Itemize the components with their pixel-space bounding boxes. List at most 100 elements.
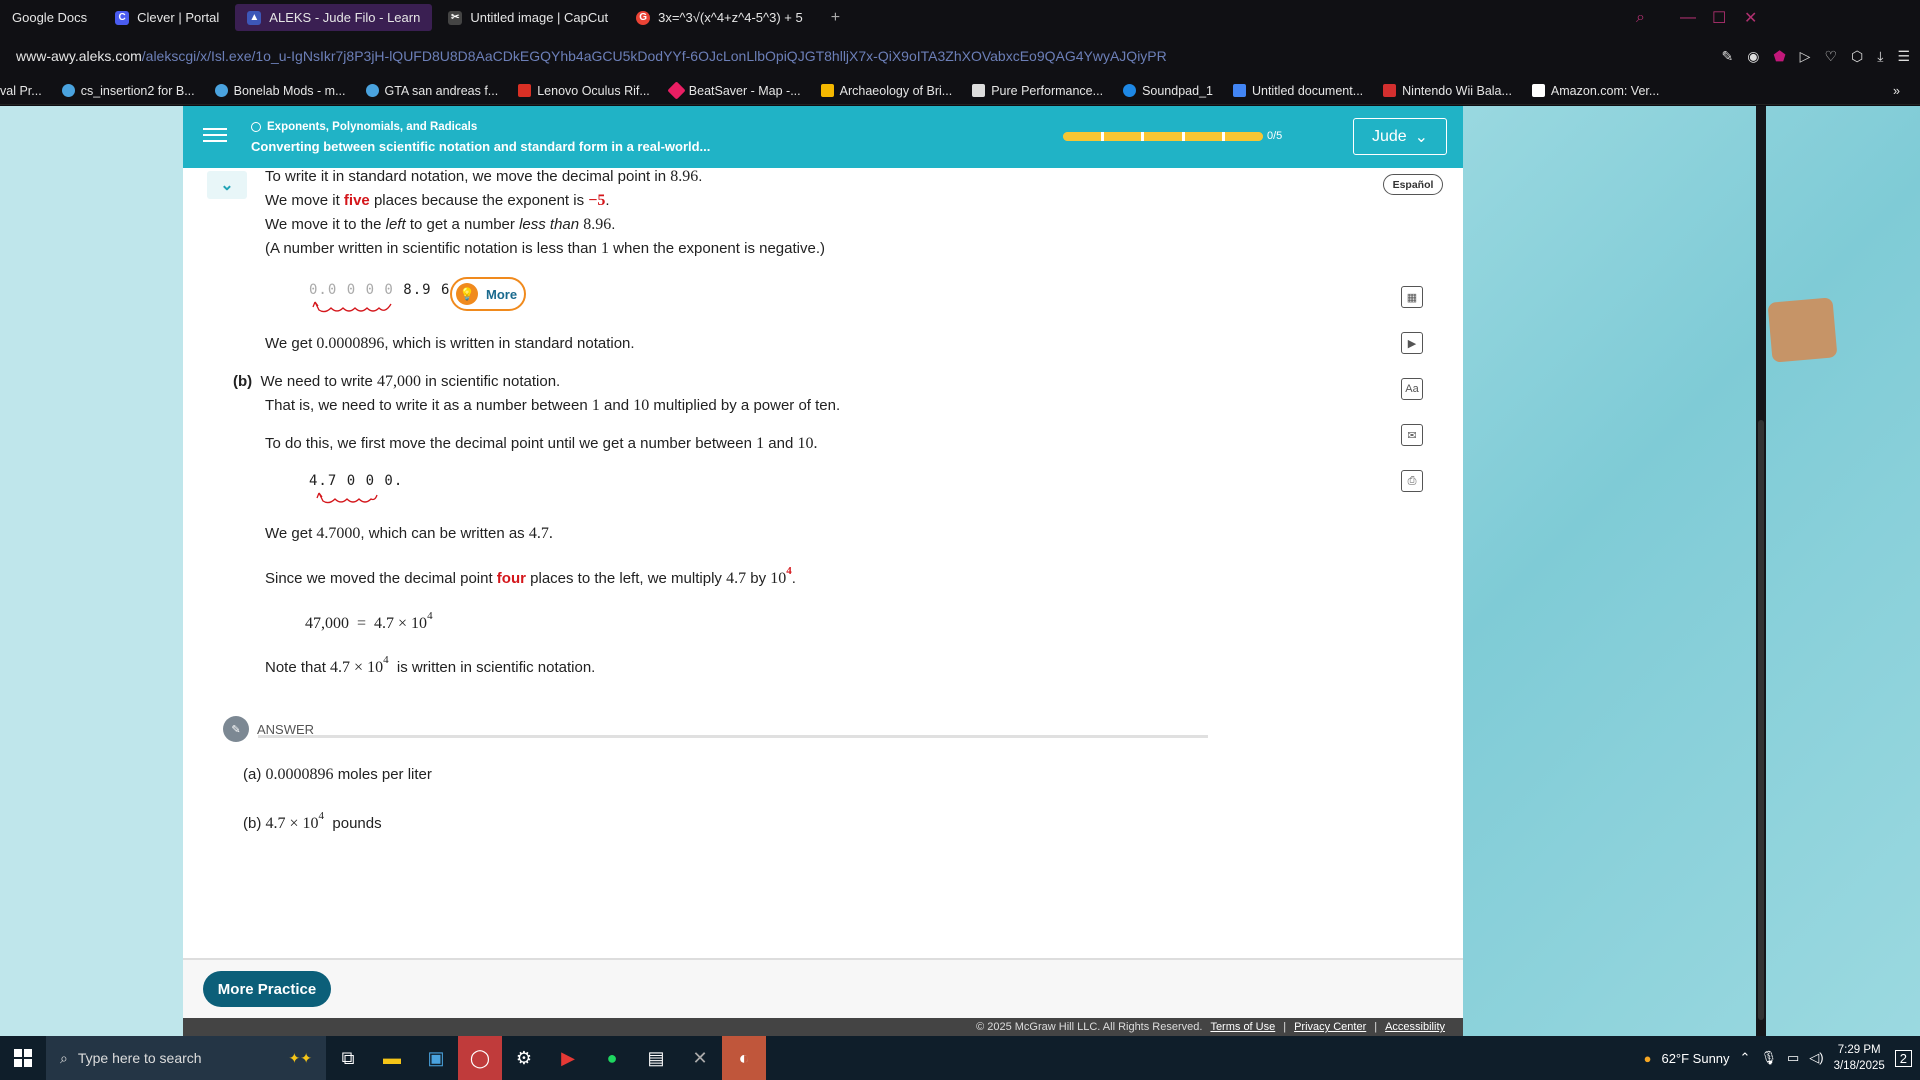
bookmark-item[interactable]: Nintendo Wii Bala... <box>1383 84 1512 98</box>
extension-icon[interactable]: ⬡ <box>1851 48 1863 65</box>
print-icon[interactable]: ⎙ <box>1401 470 1423 492</box>
spotify-icon[interactable]: ● <box>590 1036 634 1080</box>
menu-icon[interactable] <box>203 124 227 148</box>
file-explorer-icon[interactable]: ▬ <box>370 1036 414 1080</box>
bookmarks-overflow-icon[interactable]: » <box>1893 84 1900 98</box>
bookmark-item[interactable]: BeatSaver - Map -... <box>667 81 801 100</box>
play-icon[interactable]: ▷ <box>1800 48 1811 65</box>
bookmark-item[interactable]: Amazon.com: Ver... <box>1531 84 1659 98</box>
bookmark-item[interactable]: Untitled document... <box>1232 84 1363 98</box>
network-icon[interactable]: ▭ <box>1787 1050 1799 1066</box>
privacy-link[interactable]: Privacy Center <box>1294 1021 1366 1033</box>
notification-icon[interactable]: 2 <box>1894 1049 1912 1067</box>
aleks-header: Exponents, Polynomials, and Radicals Con… <box>183 106 1463 168</box>
espanol-button[interactable]: Español <box>1383 174 1443 195</box>
explanation-line: We move it to the left to get a number l… <box>265 216 616 233</box>
tab-aleks[interactable]: ▲ ALEKS - Jude Filo - Learn <box>235 4 433 31</box>
system-tray: ● 62°F Sunny ⌃ 🎙 ▭ ◁) 7:29 PM 3/18/2025 2 <box>1644 1036 1920 1080</box>
answer-header: ✎ ANSWER <box>223 716 314 742</box>
volume-icon[interactable]: ◁) <box>1809 1050 1823 1066</box>
clock[interactable]: 7:29 PM 3/18/2025 <box>1834 1042 1885 1074</box>
microphone-icon[interactable]: 🎙 <box>1760 1050 1777 1066</box>
accessibility-link[interactable]: Accessibility <box>1385 1021 1445 1033</box>
calculator-icon[interactable]: ▦ <box>1401 286 1423 308</box>
pure-performance-icon <box>972 84 986 97</box>
explanation-line: We get 4.7000, which can be written as 4… <box>265 525 553 542</box>
user-menu-button[interactable]: Jude ⌄ <box>1353 118 1447 155</box>
more-practice-button[interactable]: More Practice <box>203 971 331 1007</box>
page-gutter <box>0 106 183 1036</box>
start-button[interactable] <box>0 1036 46 1080</box>
collapse-button[interactable]: ⌄ <box>207 171 247 199</box>
aleks-icon: ▲ <box>247 10 262 25</box>
more-button[interactable]: 💡 More <box>450 277 526 311</box>
app-icon[interactable]: ⚙ <box>502 1036 546 1080</box>
tab-clever[interactable]: C Clever | Portal <box>103 4 231 31</box>
gear-icon <box>214 84 228 97</box>
explanation-line: To do this, we first move the decimal po… <box>265 435 818 452</box>
capcut-icon[interactable]: ✕ <box>678 1036 722 1080</box>
store-icon[interactable]: ▣ <box>414 1036 458 1080</box>
extensions-bar: ✎ ◉ ⬟ ▷ ♡ ⬡ ⤓ ☰ <box>1722 35 1910 77</box>
maximize-button[interactable]: ☐ <box>1712 0 1726 35</box>
docs-icon <box>1232 84 1246 97</box>
circle-icon <box>251 122 261 132</box>
amazon-icon <box>1531 84 1545 97</box>
menu-icon[interactable]: ☰ <box>1897 48 1910 65</box>
weather-text[interactable]: 62°F Sunny <box>1661 1051 1729 1066</box>
explanation-line: That is, we need to write it as a number… <box>265 397 841 414</box>
archaeology-icon <box>820 84 834 97</box>
mail-icon[interactable]: ✉ <box>1401 424 1423 446</box>
explanation-line: We get 0.0000896, which is written in st… <box>265 335 635 352</box>
search-icon[interactable]: ⌕ <box>1636 0 1645 35</box>
taskbar-search[interactable]: ⌕ Type here to search ✦✦ <box>46 1036 326 1080</box>
copyright-bar: © 2025 McGraw Hill LLC. All Rights Reser… <box>183 1018 1463 1036</box>
chevron-up-icon[interactable]: ⌃ <box>1740 1050 1751 1066</box>
close-button[interactable]: ✕ <box>1744 0 1757 35</box>
opera-gx-icon[interactable]: ◯ <box>458 1036 502 1080</box>
weather-icon: ● <box>1643 1050 1652 1066</box>
video-icon[interactable]: ▶ <box>1401 332 1423 354</box>
bookmark-item[interactable]: Archaeology of Bri... <box>820 84 952 98</box>
bookmark-item[interactable]: val Pr... <box>0 84 42 98</box>
bookmark-item[interactable]: Pure Performance... <box>972 84 1103 98</box>
google-icon: G <box>636 10 651 25</box>
new-tab-button[interactable]: + <box>819 4 852 31</box>
minimize-button[interactable]: — <box>1680 0 1696 35</box>
camera-icon[interactable]: ◉ <box>1747 48 1759 65</box>
download-icon[interactable]: ⤓ <box>1877 48 1883 65</box>
sparkle-icon: ✦✦ <box>288 1049 312 1066</box>
heart-icon[interactable]: ♡ <box>1824 48 1837 65</box>
scrollbar-thumb[interactable] <box>1758 420 1764 1020</box>
url-text[interactable]: www-awy.aleks.com/alekscgi/x/Isl.exe/1o_… <box>16 48 1167 64</box>
gear-icon <box>365 84 379 97</box>
app-icon[interactable]: ▤ <box>634 1036 678 1080</box>
page-title: Converting between scientific notation a… <box>251 139 711 154</box>
bookmark-item[interactable]: cs_insertion2 for B... <box>61 84 195 98</box>
task-view-icon[interactable]: ⧉ <box>326 1036 370 1080</box>
bookmark-item[interactable]: Soundpad_1 <box>1123 84 1213 98</box>
soundpad-icon <box>1123 84 1137 97</box>
gear-icon <box>61 84 75 97</box>
bookmark-item[interactable]: Lenovo Oculus Rif... <box>518 84 650 98</box>
decorative-image <box>1767 297 1838 363</box>
answer-divider <box>258 735 1208 738</box>
edit-icon[interactable]: ✎ <box>1722 48 1734 65</box>
dictionary-icon[interactable]: Aa <box>1401 378 1423 400</box>
tab-capcut[interactable]: ✂ Untitled image | CapCut <box>436 4 620 31</box>
terms-link[interactable]: Terms of Use <box>1210 1021 1275 1033</box>
tab-google-docs[interactable]: Google Docs <box>0 4 99 31</box>
equation: 47,000 = 4.7 × 104 <box>305 610 433 632</box>
address-bar[interactable]: www-awy.aleks.com/alekscgi/x/Isl.exe/1o_… <box>0 35 1920 77</box>
beatsaver-icon <box>667 81 686 100</box>
answer-a: (a) 0.0000896 moles per liter <box>243 766 432 783</box>
discord-icon[interactable]: ◐ <box>722 1036 766 1080</box>
explanation-line: (A number written in scientific notation… <box>265 240 825 257</box>
bookmark-item[interactable]: Bonelab Mods - m... <box>214 84 346 98</box>
tab-google-search[interactable]: G 3x=^3√(x^4+z^4-5^3) + 5 <box>624 4 815 31</box>
chevron-down-icon: ⌄ <box>220 177 234 194</box>
shield-icon[interactable]: ⬟ <box>1773 48 1785 65</box>
bookmark-item[interactable]: GTA san andreas f... <box>365 84 498 98</box>
youtube-icon[interactable]: ▶ <box>546 1036 590 1080</box>
page-footer: More Practice <box>183 958 1463 1018</box>
